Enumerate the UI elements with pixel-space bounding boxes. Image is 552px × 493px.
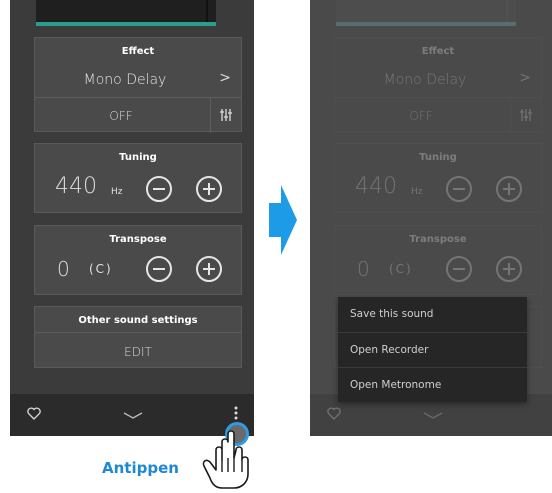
chevron-right-icon[interactable]: > — [219, 70, 231, 86]
effect-state-button[interactable]: OFF — [35, 109, 207, 123]
minus-button — [446, 256, 472, 282]
transpose-title: Transpose — [409, 234, 467, 245]
effect-state-button: OFF — [409, 109, 433, 123]
chevron-down-icon — [423, 412, 443, 419]
effect-value: Mono Delay — [383, 72, 467, 88]
chevron-right-icon: > — [519, 70, 531, 86]
sliders-icon — [220, 109, 232, 121]
divider — [506, 0, 508, 22]
tuning-title: Tuning — [119, 152, 157, 163]
effect-title: Effect — [421, 46, 455, 57]
transpose-key: (C) — [89, 262, 113, 276]
top-panel — [336, 0, 516, 26]
other-settings-card: Other sound settings EDIT — [34, 306, 242, 368]
hand-pointer-icon — [202, 430, 249, 489]
plus-button — [496, 176, 522, 202]
instruction-label: Antippen — [102, 459, 179, 477]
effect-value[interactable]: Mono Delay — [35, 72, 215, 88]
plus-button[interactable] — [196, 256, 222, 282]
effect-title: Effect — [121, 46, 155, 57]
transpose-card: Transpose 0 (C) — [334, 225, 542, 295]
menu-item-open-metronome[interactable]: Open Metronome — [338, 367, 527, 402]
transpose-value: 0 — [57, 257, 70, 281]
more-vertical-icon[interactable] — [234, 406, 238, 420]
arrow-right-icon — [269, 185, 297, 255]
transpose-title: Transpose — [109, 234, 167, 245]
minus-button — [446, 176, 472, 202]
plus-button[interactable] — [196, 176, 222, 202]
effect-card: Effect Mono Delay > OFF — [334, 37, 542, 133]
other-settings-title: Other sound settings — [78, 315, 198, 326]
top-panel — [36, 0, 216, 26]
plus-button — [496, 256, 522, 282]
chevron-down-icon[interactable] — [123, 412, 143, 420]
transpose-value: 0 — [357, 257, 370, 281]
transpose-card: Transpose 0 (C) — [34, 225, 242, 295]
divider — [35, 332, 241, 333]
transpose-key: (C) — [389, 262, 413, 276]
tuning-unit: Hz — [111, 187, 123, 197]
tuning-unit: Hz — [411, 187, 423, 197]
minus-button[interactable] — [146, 176, 172, 202]
tuning-card: Tuning 440 Hz — [34, 143, 242, 213]
minus-button[interactable] — [146, 256, 172, 282]
left-screen: Effect Mono Delay > OFF Tuning 440 Hz Tr… — [10, 0, 254, 436]
menu-item-open-recorder[interactable]: Open Recorder — [338, 332, 527, 367]
tuning-title: Tuning — [419, 152, 457, 163]
effect-card: Effect Mono Delay > OFF — [34, 37, 242, 133]
right-screen: Effect Mono Delay > OFF Tuning 440 Hz Tr… — [310, 0, 552, 436]
popup-menu: Save this sound Open Recorder Open Metro… — [338, 297, 527, 402]
edit-button[interactable]: EDIT — [35, 345, 241, 359]
effect-settings-button[interactable] — [210, 98, 241, 133]
heart-icon — [327, 407, 341, 420]
menu-item-save-sound[interactable]: Save this sound — [338, 297, 527, 332]
tuning-card: Tuning 440 Hz — [334, 143, 542, 213]
divider — [206, 0, 208, 22]
sliders-icon — [520, 109, 532, 121]
tuning-value: 440 — [55, 174, 97, 199]
effect-settings-button — [510, 98, 541, 133]
tuning-value: 440 — [355, 174, 397, 199]
heart-icon[interactable] — [27, 407, 41, 420]
